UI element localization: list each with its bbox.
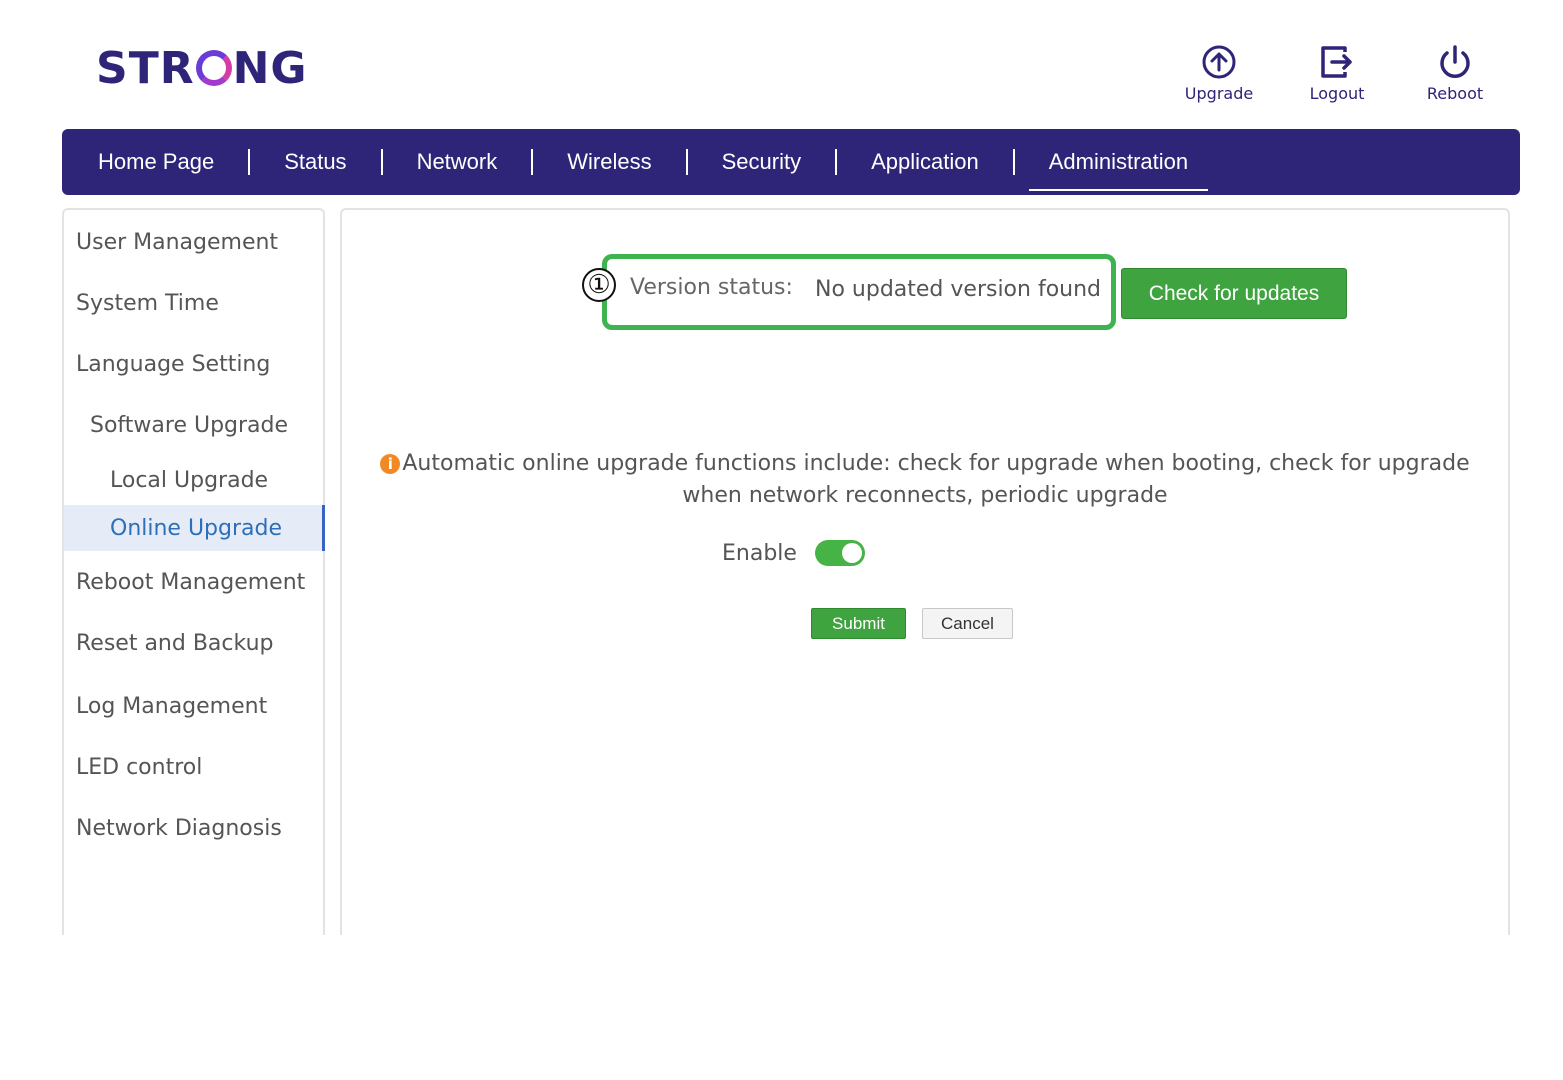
enable-label: Enable bbox=[722, 541, 797, 566]
upgrade-label: Upgrade bbox=[1184, 84, 1254, 103]
upgrade-button[interactable]: Upgrade bbox=[1181, 42, 1257, 103]
nav-divider bbox=[835, 149, 838, 175]
sidebar-item-led-control[interactable]: LED control bbox=[76, 755, 202, 780]
nav-divider bbox=[1012, 149, 1015, 175]
version-status-label: Version status: bbox=[630, 275, 793, 300]
auto-upgrade-info: i Automatic online upgrade functions incl… bbox=[380, 448, 1470, 512]
info-text-line1: Automatic online upgrade functions inclu… bbox=[402, 451, 1470, 476]
nav-divider bbox=[531, 149, 534, 175]
logout-icon bbox=[1321, 46, 1352, 78]
nav-status[interactable]: Status bbox=[264, 129, 366, 195]
nav-network[interactable]: Network bbox=[397, 129, 518, 195]
upgrade-icon bbox=[1202, 45, 1236, 79]
sidebar-item-network-diagnosis[interactable]: Network Diagnosis bbox=[76, 816, 282, 841]
cancel-button[interactable]: Cancel bbox=[922, 608, 1013, 639]
nav-divider bbox=[380, 149, 383, 175]
header-actions: Upgrade Logout Reboot bbox=[1181, 42, 1493, 103]
check-for-updates-button[interactable]: Check for updates bbox=[1121, 268, 1347, 319]
nav-administration[interactable]: Administration bbox=[1028, 129, 1209, 195]
version-status-value: No updated version found bbox=[815, 277, 1102, 302]
info-text-line2: when network reconnects, periodic upgrad… bbox=[682, 483, 1168, 508]
submit-button[interactable]: Submit bbox=[811, 608, 906, 639]
nav-home-page[interactable]: Home Page bbox=[78, 129, 234, 195]
nav-application[interactable]: Application bbox=[851, 129, 999, 195]
nav-wireless[interactable]: Wireless bbox=[547, 129, 671, 195]
page-bottom-area bbox=[0, 935, 1563, 1080]
logout-button[interactable]: Logout bbox=[1299, 42, 1375, 103]
info-icon: i bbox=[380, 454, 401, 474]
logo-text-start: STR bbox=[96, 42, 195, 94]
sidebar-item-online-upgrade[interactable]: Online Upgrade bbox=[110, 516, 282, 541]
logout-label: Logout bbox=[1309, 84, 1365, 103]
sidebar-item-software-upgrade[interactable]: Software Upgrade bbox=[90, 413, 288, 438]
sidebar-item-local-upgrade[interactable]: Local Upgrade bbox=[110, 468, 268, 493]
nav-security[interactable]: Security bbox=[702, 129, 821, 195]
logo-text-end: NG bbox=[232, 42, 308, 94]
nav-divider bbox=[248, 149, 251, 175]
nav-divider bbox=[685, 149, 688, 175]
toggle-knob bbox=[842, 543, 862, 563]
reboot-button[interactable]: Reboot bbox=[1417, 42, 1493, 103]
sidebar-item-reboot-management[interactable]: Reboot Management bbox=[76, 570, 305, 595]
sidebar-item-user-management[interactable]: User Management bbox=[76, 230, 278, 255]
sidebar-item-language-setting[interactable]: Language Setting bbox=[76, 352, 270, 377]
reboot-label: Reboot bbox=[1426, 84, 1484, 103]
sidebar-item-log-management[interactable]: Log Management bbox=[76, 694, 267, 719]
main-nav: Home Page Status Network Wireless Securi… bbox=[62, 129, 1520, 195]
power-icon bbox=[1440, 45, 1470, 78]
sidebar: User Management System Time Language Set… bbox=[62, 208, 325, 948]
enable-toggle[interactable] bbox=[815, 540, 865, 566]
sidebar-item-reset-and-backup[interactable]: Reset and Backup bbox=[76, 631, 273, 656]
callout-number-badge: ① bbox=[582, 268, 616, 302]
sidebar-item-system-time[interactable]: System Time bbox=[76, 291, 219, 316]
logo-ring-icon bbox=[195, 50, 232, 86]
strong-logo: STR NG bbox=[96, 40, 308, 96]
